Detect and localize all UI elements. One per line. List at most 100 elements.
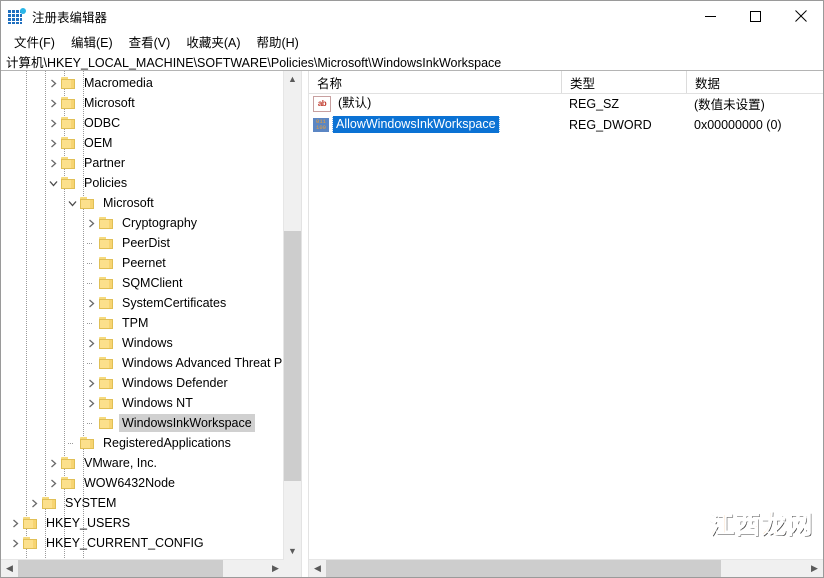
menu-favorites[interactable]: 收藏夹(A) [178,30,248,53]
tree-item-microsoft[interactable]: Microsoft [1,93,284,113]
folder-icon [61,115,77,131]
registry-editor-icon [8,7,26,25]
values-horizontal-scrollbar[interactable]: ◀ ▶ [309,559,823,577]
close-button[interactable] [778,1,823,31]
chevron-right-icon[interactable] [45,73,61,93]
tree-item-hkey-users[interactable]: HKEY_USERS [1,513,284,533]
chevron-right-icon[interactable] [7,513,23,533]
main-content: Macromedia Microsoft ODBC OEM Partner Policie… [1,71,823,577]
title-bar: 注册表编辑器 [1,1,823,31]
tree-scroll-down-button[interactable]: ▼ [284,543,301,560]
tree-item-peerdist[interactable]: PeerDist [1,233,284,253]
menu-edit[interactable]: 编辑(E) [63,30,121,53]
tree-item-policies[interactable]: Policies [1,173,284,193]
column-name-label: 名称 [317,76,343,91]
value-data-cell: 0x00000000 (0) [694,117,782,132]
folder-icon [61,475,77,491]
chevron-right-icon[interactable] [83,333,99,353]
chevron-right-icon[interactable] [26,493,42,513]
tree-item-label: WOW6432Node [84,476,176,490]
tree-item-oem[interactable]: OEM [1,133,284,153]
folder-icon [99,375,115,391]
chevron-down-icon[interactable] [45,173,61,193]
chevron-right-icon[interactable] [7,533,23,553]
menu-help[interactable]: 帮助(H) [248,30,306,53]
pane-splitter[interactable] [301,71,309,577]
tree-item-hkey-current-config[interactable]: HKEY_CURRENT_CONFIG [1,533,284,553]
registry-tree-pane: Macromedia Microsoft ODBC OEM Partner Policie… [1,71,301,577]
tree-hscrollbar-thumb[interactable] [18,560,223,577]
chevron-right-icon[interactable] [45,453,61,473]
value-type-cell: REG_SZ [569,96,620,111]
chevron-right-icon[interactable] [83,373,99,393]
column-type[interactable]: 类型 [561,71,686,93]
tree-item-systemcertificates[interactable]: SystemCertificates [1,293,284,313]
chevron-down-icon[interactable] [64,193,80,213]
folder-icon [61,135,77,151]
folder-icon [61,175,77,191]
chevron-right-icon[interactable] [83,393,99,413]
tree-item-registeredapplications[interactable]: RegisteredApplications [1,433,284,453]
folder-icon [61,75,77,91]
values-list[interactable]: ab (默认) REG_SZ (数值未设置) 011 100 AllowWindowsInk… [309,93,823,560]
tree-item-windows-defender[interactable]: Windows Defender [1,373,284,393]
tree-item-peernet[interactable]: Peernet [1,253,284,273]
tree-item-system[interactable]: SYSTEM [1,493,284,513]
column-type-label: 类型 [570,76,596,91]
tree-scroll-right-button[interactable]: ▶ [267,560,284,577]
tree-item-wow6432node[interactable]: WOW6432Node [1,473,284,493]
value-name-text: (默认) [338,96,372,110]
tree-scroll-left-button[interactable]: ◀ [1,560,18,577]
tree-item-tpm[interactable]: TPM [1,313,284,333]
folder-icon [99,315,115,331]
tree-item-windows-nt[interactable]: Windows NT [1,393,284,413]
tree-item-macromedia[interactable]: Macromedia [1,73,284,93]
tree-item-label: Windows Advanced Threat P [122,356,283,370]
chevron-right-icon[interactable] [45,153,61,173]
menu-view[interactable]: 查看(V) [121,30,179,53]
column-data[interactable]: 数据 [686,71,823,93]
values-hscrollbar-thumb[interactable] [326,560,721,577]
values-scroll-left-button[interactable]: ◀ [309,560,326,577]
tree-scrollbar-thumb[interactable] [284,231,301,481]
address-path-text: 计算机\HKEY_LOCAL_MACHINE\SOFTWARE\Policies… [6,55,502,70]
folder-icon [80,195,96,211]
folder-icon [99,215,115,231]
values-column-headers: 名称 类型 数据 [309,71,823,94]
tree-item-odbc[interactable]: ODBC [1,113,284,133]
chevron-right-icon[interactable] [45,473,61,493]
maximize-button[interactable] [733,1,778,31]
chevron-right-icon[interactable] [45,133,61,153]
tree-item-cryptography[interactable]: Cryptography [1,213,284,233]
address-bar[interactable]: 计算机\HKEY_LOCAL_MACHINE\SOFTWARE\Policies… [1,52,823,71]
tree-item-sqmclient[interactable]: SQMClient [1,273,284,293]
tree-item-windows-advanced-threat-p[interactable]: Windows Advanced Threat P [1,353,284,373]
tree-item-vmware-inc[interactable]: VMware, Inc. [1,453,284,473]
tree-vertical-scrollbar[interactable]: ▲ ▼ [283,71,301,560]
value-data-cell: (数值未设置) [694,98,765,112]
registry-tree[interactable]: Macromedia Microsoft ODBC OEM Partner Policie… [1,71,284,560]
menu-file[interactable]: 文件(F) [6,30,63,53]
values-scroll-right-button[interactable]: ▶ [806,560,823,577]
registry-editor-window: 注册表编辑器 文件(F) 编辑(E) 查看(V) 收藏夹(A) 帮助(H) 计算… [0,0,824,578]
table-row[interactable]: 011 100 AllowWindowsInkWorkspace REG_DWORD 0… [309,114,823,135]
table-row[interactable]: ab (默认) REG_SZ (数值未设置) [309,93,823,114]
chevron-right-icon[interactable] [83,213,99,233]
tree-scroll-up-button[interactable]: ▲ [284,71,301,88]
tree-item-partner[interactable]: Partner [1,153,284,173]
folder-icon [80,435,96,451]
chevron-right-icon[interactable] [45,113,61,133]
tree-leaf-spacer [83,233,99,253]
folder-icon [99,295,115,311]
tree-horizontal-scrollbar[interactable]: ◀ ▶ [1,559,284,577]
tree-item-windows[interactable]: Windows [1,333,284,353]
chevron-right-icon[interactable] [83,293,99,313]
chevron-right-icon[interactable] [45,93,61,113]
value-name-text: AllowWindowsInkWorkspace [332,116,500,133]
tree-item-microsoft[interactable]: Microsoft [1,193,284,213]
column-name[interactable]: 名称 [309,71,561,93]
minimize-button[interactable] [688,1,733,31]
tree-item-windowsinkworkspace[interactable]: WindowsInkWorkspace [1,413,284,433]
menu-bar: 文件(F) 编辑(E) 查看(V) 收藏夹(A) 帮助(H) [1,31,823,52]
tree-item-label: Microsoft [103,196,154,210]
